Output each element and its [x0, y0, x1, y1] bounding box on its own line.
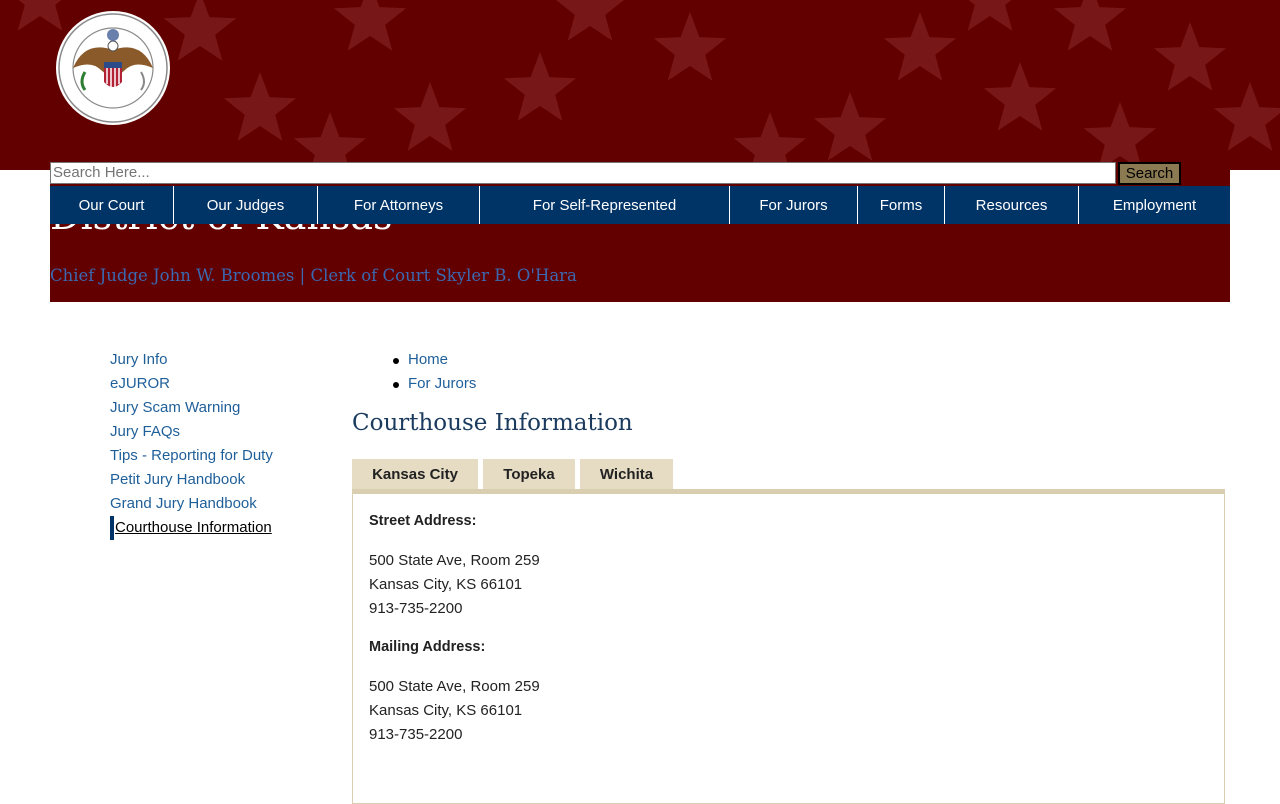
- mailing-line-1: 500 State Ave, Room 259: [369, 678, 540, 695]
- star-icon: [883, 12, 957, 81]
- tab-topeka[interactable]: Topeka: [483, 459, 575, 489]
- breadcrumb-item[interactable]: For Jurors: [388, 372, 476, 396]
- star-icon: [333, 0, 407, 51]
- court-seal-logo[interactable]: [55, 10, 171, 126]
- bullet-icon: [393, 358, 399, 364]
- search-input[interactable]: [50, 162, 1116, 184]
- search-button[interactable]: Search: [1118, 162, 1181, 185]
- nav-item-our-judges[interactable]: Our Judges: [174, 186, 318, 224]
- star-icon: [967, 0, 1013, 31]
- star-icon: [1053, 0, 1127, 51]
- main-nav: Our Court Our Judges For Attorneys For S…: [50, 186, 1230, 224]
- star-pattern: [17, 0, 1280, 170]
- mailing-line-2: Kansas City, KS 66101: [369, 702, 523, 719]
- header-banner: [0, 0, 1280, 170]
- star-icon: [556, 0, 624, 41]
- sidebar-item-jury-info[interactable]: Jury Info: [110, 348, 273, 372]
- tab-wichita[interactable]: Wichita: [580, 459, 673, 489]
- street-address-label: Street Address:: [369, 513, 477, 529]
- street-line-1: 500 State Ave, Room 259: [369, 552, 540, 569]
- sidebar-item-petit-jury-handbook[interactable]: Petit Jury Handbook: [110, 468, 273, 492]
- nav-item-for-jurors[interactable]: For Jurors: [730, 186, 858, 224]
- star-icon: [1153, 22, 1227, 91]
- sidebar-nav: Jury Info eJUROR Jury Scam Warning Jury …: [110, 348, 273, 540]
- breadcrumb-item[interactable]: Home: [388, 348, 476, 372]
- sidebar-item-grand-jury-handbook[interactable]: Grand Jury Handbook: [110, 492, 273, 516]
- tab-kansas-city[interactable]: Kansas City: [352, 459, 478, 489]
- nav-item-for-attorneys[interactable]: For Attorneys: [318, 186, 480, 224]
- nav-item-resources[interactable]: Resources: [945, 186, 1079, 224]
- nav-item-forms[interactable]: Forms: [858, 186, 945, 224]
- bullet-icon: [393, 382, 399, 388]
- street-line-2: Kansas City, KS 66101: [369, 576, 523, 593]
- star-icon: [163, 0, 237, 61]
- star-icon: [1213, 82, 1280, 151]
- nav-item-employment[interactable]: Employment: [1079, 186, 1230, 224]
- star-icon: [223, 72, 297, 141]
- sidebar-item-courthouse-information[interactable]: Courthouse Information: [110, 516, 272, 540]
- star-icon: [983, 62, 1057, 131]
- breadcrumb-for-jurors[interactable]: For Jurors: [408, 375, 476, 392]
- sidebar-item-ejuror[interactable]: eJUROR: [110, 372, 273, 396]
- star-icon: [653, 12, 727, 81]
- nav-item-our-court[interactable]: Our Court: [50, 186, 174, 224]
- tab-panel-kansas-city: Street Address: 500 State Ave, Room 259 …: [352, 494, 1225, 804]
- star-icon: [503, 52, 577, 121]
- nav-item-for-self-represented[interactable]: For Self-Represented: [480, 186, 730, 224]
- mailing-phone: 913-735-2200: [369, 726, 463, 743]
- star-icon: [393, 82, 467, 151]
- star-icon: [813, 92, 887, 161]
- officials-line: Chief Judge John W. Broomes | Clerk of C…: [50, 266, 577, 285]
- star-icon: [1083, 102, 1157, 170]
- sidebar-item-tips-reporting[interactable]: Tips - Reporting for Duty: [110, 444, 273, 468]
- page-title: Courthouse Information: [352, 410, 633, 436]
- sidebar-item-jury-faqs[interactable]: Jury FAQs: [110, 420, 273, 444]
- mailing-address-label: Mailing Address:: [369, 639, 486, 655]
- breadcrumb: Home For Jurors: [388, 348, 476, 396]
- seal-icon: [56, 11, 170, 125]
- street-phone: 913-735-2200: [369, 600, 463, 617]
- breadcrumb-home[interactable]: Home: [408, 351, 448, 368]
- sidebar-item-jury-scam-warning[interactable]: Jury Scam Warning: [110, 396, 273, 420]
